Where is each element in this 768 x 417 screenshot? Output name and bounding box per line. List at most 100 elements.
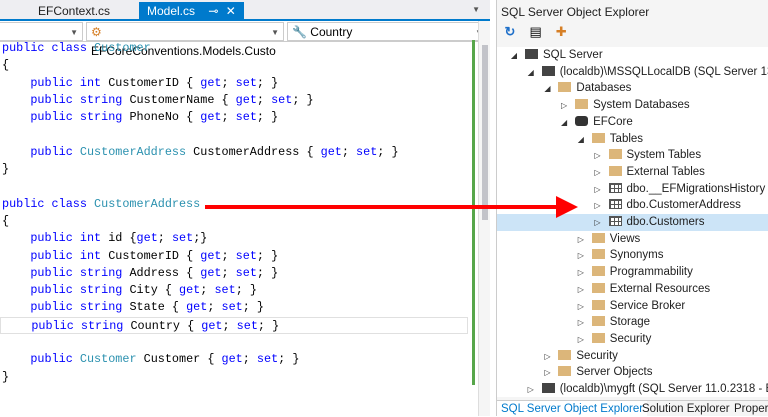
tree-node[interactable]: ▷ dbo.__EFMigrationsHistory <box>497 181 768 198</box>
tab-efcontext[interactable]: EFContext.cs <box>30 2 118 21</box>
tree-node[interactable]: ◢ Databases <box>497 80 768 97</box>
code-line[interactable] <box>0 178 470 195</box>
expand-arrow-icon[interactable]: ▷ <box>574 232 588 249</box>
code-line[interactable]: public string CustomerName { get; set; } <box>0 92 470 109</box>
code-token: { <box>2 58 10 73</box>
code-line[interactable]: public string Address { get; set; } <box>0 265 470 282</box>
code-editor[interactable]: EFContext.cs Model.cs ⊸ ✕ ▼ ▼ ⚙ EFCoreCo… <box>0 0 490 416</box>
expand-arrow-icon[interactable]: ▷ <box>540 349 554 366</box>
tree-node[interactable]: ▷ Programmability <box>497 264 768 281</box>
code-line[interactable]: public string PhoneNo { get; set; } <box>0 109 470 126</box>
code-token: set <box>221 300 243 315</box>
tree-node[interactable]: ▷ Storage <box>497 314 768 331</box>
expand-arrow-icon[interactable]: ▷ <box>574 332 588 349</box>
refresh-icon[interactable]: ↻ <box>501 24 519 40</box>
code-token: State { <box>129 300 187 315</box>
db-icon <box>575 115 589 126</box>
code-line[interactable]: public string Country { get; set; } <box>0 316 468 335</box>
member-dropdown[interactable]: 🔧 Country▼ <box>287 22 488 41</box>
tree-node[interactable]: ▷ External Resources <box>497 281 768 298</box>
tree-node[interactable]: ▷ (localdb)\mygft (SQL Server 11.0.2318 -… <box>497 381 768 397</box>
vertical-scrollbar[interactable] <box>478 21 490 416</box>
code-line[interactable]: public class CustomerAddress <box>0 196 470 213</box>
tree-node[interactable]: ▷ Security <box>497 348 768 365</box>
tree-node[interactable]: ▷ Synonyms <box>497 247 768 264</box>
collapse-arrow-icon[interactable]: ◢ <box>557 115 571 132</box>
close-icon[interactable]: ✕ <box>226 4 236 18</box>
code-token: id { <box>108 231 137 246</box>
tree-node[interactable]: ◢ EFCore <box>497 114 768 131</box>
expand-arrow-icon[interactable]: ▷ <box>524 382 538 397</box>
pin-icon[interactable]: ⊸ <box>208 4 218 18</box>
code-line[interactable]: public int CustomerID { get; set; } <box>0 75 470 92</box>
code-line[interactable]: public int CustomerID { get; set; } <box>0 248 470 265</box>
folder-icon <box>591 332 605 343</box>
code-line[interactable]: public CustomerAddress CustomerAddress {… <box>0 144 470 161</box>
collapse-arrow-icon[interactable]: ◢ <box>574 132 588 149</box>
collapse-arrow-icon[interactable]: ◢ <box>507 48 521 65</box>
code-token: set <box>236 318 258 333</box>
collapse-arrow-icon[interactable]: ◢ <box>524 65 538 82</box>
expand-arrow-icon[interactable]: ▷ <box>574 299 588 316</box>
tree-node[interactable]: ◢ (localdb)\MSSQLLocalDB (SQL Server 13.0 <box>497 64 768 81</box>
tab-sql-server-object-explorer[interactable]: SQL Server Object Explorer <box>497 401 648 417</box>
tree-node-label: Tables <box>609 132 644 145</box>
code-line[interactable] <box>0 334 470 351</box>
code-line[interactable]: public int id {get; set;} <box>0 230 470 247</box>
tab-solution-explorer[interactable]: Solution Explorer <box>638 401 734 417</box>
expand-arrow-icon[interactable]: ▷ <box>591 165 605 182</box>
tree-node[interactable]: ▷ System Databases <box>497 97 768 114</box>
code-token: get <box>235 92 257 107</box>
server-icon <box>541 65 555 76</box>
new-query-icon[interactable]: ✚ <box>552 24 570 40</box>
code-line[interactable]: } <box>0 369 470 386</box>
code-line[interactable]: public string City { get; set; } <box>0 282 470 299</box>
expand-arrow-icon[interactable]: ▷ <box>591 148 605 165</box>
code-token: get <box>186 300 208 315</box>
expand-arrow-icon[interactable]: ▷ <box>574 315 588 332</box>
code-line[interactable]: public class Customer <box>0 40 470 57</box>
code-token: set <box>235 75 257 90</box>
tree-node[interactable]: ▷ Views <box>497 231 768 248</box>
tab-properties[interactable]: Proper <box>730 401 768 417</box>
tree-node[interactable]: ▷ System Tables <box>497 147 768 164</box>
expand-arrow-icon[interactable]: ▷ <box>591 198 605 215</box>
code-token: ; } <box>256 75 279 90</box>
expand-arrow-icon[interactable]: ▷ <box>591 182 605 199</box>
code-token: Country { <box>130 318 202 333</box>
code-line[interactable] <box>0 126 470 143</box>
collapse-arrow-icon[interactable]: ◢ <box>540 81 554 98</box>
code-line[interactable]: { <box>0 57 470 74</box>
code-text[interactable]: public class Customer{ public int Custom… <box>0 40 470 386</box>
add-server-icon[interactable]: ▤ <box>527 24 545 40</box>
project-dropdown[interactable]: ▼ <box>0 22 83 41</box>
code-line[interactable]: public string State { get; set; } <box>0 299 470 316</box>
tree-node[interactable]: ▷ Server Objects <box>497 364 768 381</box>
tree-node[interactable]: ▷ Service Broker <box>497 298 768 315</box>
code-token: ; <box>200 283 215 298</box>
tree-node[interactable]: ▷ dbo.Customers <box>497 214 768 231</box>
tree-node[interactable]: ◢ SQL Server <box>497 47 768 64</box>
type-dropdown[interactable]: ⚙ EFCoreConventions.Models.Custo ▼ <box>86 22 284 58</box>
folder-icon <box>591 299 605 310</box>
expand-arrow-icon[interactable]: ▷ <box>574 265 588 282</box>
tab-model[interactable]: Model.cs ⊸ ✕ <box>139 2 244 21</box>
tree-node-label: Security <box>609 332 652 345</box>
code-line[interactable]: } <box>0 161 470 178</box>
expand-arrow-icon[interactable]: ▷ <box>540 365 554 382</box>
scrollbar-thumb[interactable] <box>482 45 488 220</box>
tree-node[interactable]: ▷ External Tables <box>497 164 768 181</box>
tree-node[interactable]: ▷ dbo.CustomerAddress <box>497 197 768 214</box>
tree-node[interactable]: ◢ Tables <box>497 131 768 148</box>
expand-arrow-icon[interactable]: ▷ <box>574 282 588 299</box>
code-token: Customer { <box>136 352 222 367</box>
tree-node[interactable]: ▷ Security <box>497 331 768 348</box>
expand-arrow-icon[interactable]: ▷ <box>557 98 571 115</box>
expand-arrow-icon[interactable]: ▷ <box>591 215 605 232</box>
tab-overflow-icon[interactable]: ▼ <box>472 5 480 14</box>
code-line[interactable]: { <box>0 213 470 230</box>
code-token: set <box>271 92 293 107</box>
expand-arrow-icon[interactable]: ▷ <box>574 248 588 265</box>
code-line[interactable]: public Customer Customer { get; set; } <box>0 351 470 368</box>
